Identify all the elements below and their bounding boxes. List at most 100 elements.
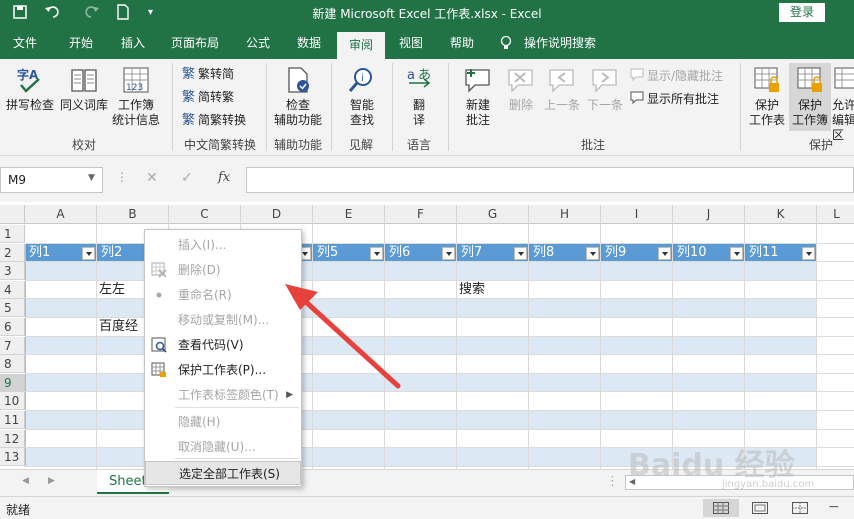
scroll-left-icon[interactable]: ◀ (22, 476, 29, 486)
filter-dropdown-icon[interactable] (370, 247, 383, 260)
column-header[interactable]: I (601, 205, 673, 224)
trad-to-simp-button[interactable]: 繁繁转简 (182, 67, 234, 82)
row-header[interactable]: 9 (0, 374, 25, 392)
filter-dropdown-icon[interactable] (730, 247, 743, 260)
context-menu-item[interactable]: 隐藏(H) (145, 410, 301, 434)
protect-sheet-button[interactable]: 保护 工作表 (746, 65, 788, 128)
new-comment-button[interactable]: 新建 批注 (454, 65, 502, 128)
tab-file[interactable]: 文件 (0, 27, 50, 59)
tell-me-search[interactable]: 操作说明搜索 (524, 27, 608, 59)
column-header[interactable]: J (673, 205, 745, 224)
check-accessibility-button[interactable]: 检查 辅助功能 (270, 65, 326, 128)
translate-icon: aあ (407, 68, 431, 88)
tab-formulas[interactable]: 公式 (236, 27, 280, 59)
column-header[interactable]: K (745, 205, 817, 224)
row-header[interactable]: 11 (0, 411, 25, 429)
table-header-cell: 列10 (677, 245, 707, 260)
show-hide-comment-label: 显示/隐藏批注 (647, 69, 724, 83)
filter-dropdown-icon[interactable] (658, 247, 671, 260)
translate-button[interactable]: aあ 翻 译 (396, 65, 442, 128)
login-button[interactable]: 登录 (779, 3, 825, 22)
namebox-dropdown-icon[interactable]: ▼ (88, 173, 95, 183)
row-header[interactable]: 2 (0, 244, 25, 262)
tab-data[interactable]: 数据 (287, 27, 331, 59)
simp-to-trad-button[interactable]: 繁简转繁 (182, 90, 234, 105)
tab-insert[interactable]: 插入 (108, 27, 158, 59)
spelling-button[interactable]: 字A 拼写检查 (4, 65, 56, 113)
tab-help[interactable]: 帮助 (440, 27, 484, 59)
context-menu-item[interactable]: 删除(D) (145, 258, 301, 282)
scroll-right-icon[interactable]: ▶ (48, 476, 55, 486)
column-header[interactable]: E (313, 205, 385, 224)
page-layout-view-icon[interactable] (752, 502, 768, 517)
context-menu-item[interactable]: 移动或复制(M)... (145, 308, 301, 332)
select-all-corner[interactable] (0, 205, 25, 224)
cell-g4[interactable]: 搜索 (459, 281, 485, 299)
column-header[interactable]: A (25, 205, 97, 224)
allow-edit-ranges-button[interactable]: 允许 编辑区 (832, 65, 854, 143)
delete-comment-button[interactable]: 删除 (502, 65, 540, 113)
tab-home[interactable]: 开始 (56, 27, 106, 59)
row-header[interactable]: 13 (0, 448, 25, 466)
worksheet-grid[interactable]: ABCDEFGHIJKL 12列1列2列3列4列5列6列7列8列9列10列113… (0, 202, 854, 469)
filter-dropdown-icon[interactable] (514, 247, 527, 260)
row-header[interactable]: 1 (0, 225, 25, 243)
column-header[interactable]: G (457, 205, 529, 224)
protect-workbook-button[interactable]: 保护 工作簿 (789, 63, 831, 131)
context-menu-item[interactable]: 工作表标签颜色(T) ▶ (145, 383, 301, 407)
column-header[interactable]: F (385, 205, 457, 224)
filter-dropdown-icon[interactable] (442, 247, 455, 260)
filter-dropdown-icon[interactable] (802, 247, 815, 260)
tab-review[interactable]: 审阅 (337, 32, 385, 59)
row-header[interactable]: 8 (0, 355, 25, 373)
formula-input[interactable] (246, 167, 854, 193)
zoom-out-icon[interactable]: − (828, 499, 840, 515)
chinese-convert-button[interactable]: 繁简繁转换 (182, 113, 246, 128)
show-all-comments-button[interactable]: 显示所有批注 (630, 91, 719, 108)
new-comment-label-2: 批注 (465, 113, 490, 127)
filter-dropdown-icon[interactable] (586, 247, 599, 260)
cell-b6[interactable]: 百度经 (99, 318, 138, 336)
column-header[interactable]: L (817, 205, 854, 224)
row-header[interactable]: 6 (0, 318, 25, 336)
translate-label-2: 译 (412, 113, 425, 127)
cell-b4[interactable]: 左左 (99, 281, 125, 299)
context-menu-item[interactable]: 插入(I)... (145, 233, 301, 257)
translate-label-1: 翻 (412, 98, 425, 112)
workbook-stats-button[interactable]: 123 工作簿 统计信息 (110, 65, 162, 128)
context-menu-item[interactable]: 选定全部工作表(S) (145, 461, 301, 485)
smart-lookup-label-1: 智能 (349, 98, 374, 112)
row-header[interactable]: 10 (0, 392, 25, 410)
tabbar-splitter-icon[interactable]: ⋮ (606, 474, 619, 489)
row-header[interactable]: 3 (0, 262, 25, 280)
column-header[interactable]: H (529, 205, 601, 224)
row-header[interactable]: 12 (0, 430, 25, 448)
row-header[interactable]: 7 (0, 337, 25, 355)
enter-icon[interactable]: ✓ (181, 170, 193, 186)
filter-dropdown-icon[interactable] (82, 247, 95, 260)
status-text: 就绪 (6, 503, 31, 517)
smart-lookup-button[interactable]: i 智能 查找 (336, 65, 388, 128)
prev-comment-button[interactable]: 上一条 (540, 65, 584, 113)
context-menu-item[interactable]: 重命名(R) (145, 283, 301, 307)
normal-view-icon (713, 502, 729, 514)
insert-function-icon[interactable]: fx (218, 170, 230, 185)
page-break-view-icon[interactable] (792, 502, 808, 517)
status-bar: 就绪 − (0, 496, 854, 519)
cancel-icon[interactable]: ✕ (146, 170, 158, 186)
row-header[interactable]: 4 (0, 281, 25, 299)
show-hide-comment-button[interactable]: 显示/隐藏批注 (630, 68, 723, 85)
column-header[interactable]: B (97, 205, 169, 224)
normal-view-button[interactable] (703, 499, 739, 517)
context-menu-item[interactable]: 保护工作表(P)... (145, 358, 301, 382)
context-menu-item[interactable]: 查看代码(V) (145, 333, 301, 357)
thesaurus-button[interactable]: 同义词库 (58, 65, 110, 113)
context-menu-item[interactable]: 取消隐藏(U)... (145, 435, 301, 459)
tab-page-layout[interactable]: 页面布局 (163, 27, 227, 59)
protect-workbook-label-1: 保护 (797, 98, 822, 112)
tab-view[interactable]: 视图 (389, 27, 433, 59)
column-header[interactable]: C (169, 205, 241, 224)
next-comment-button[interactable]: 下一条 (583, 65, 627, 113)
column-header[interactable]: D (241, 205, 313, 224)
row-header[interactable]: 5 (0, 299, 25, 317)
